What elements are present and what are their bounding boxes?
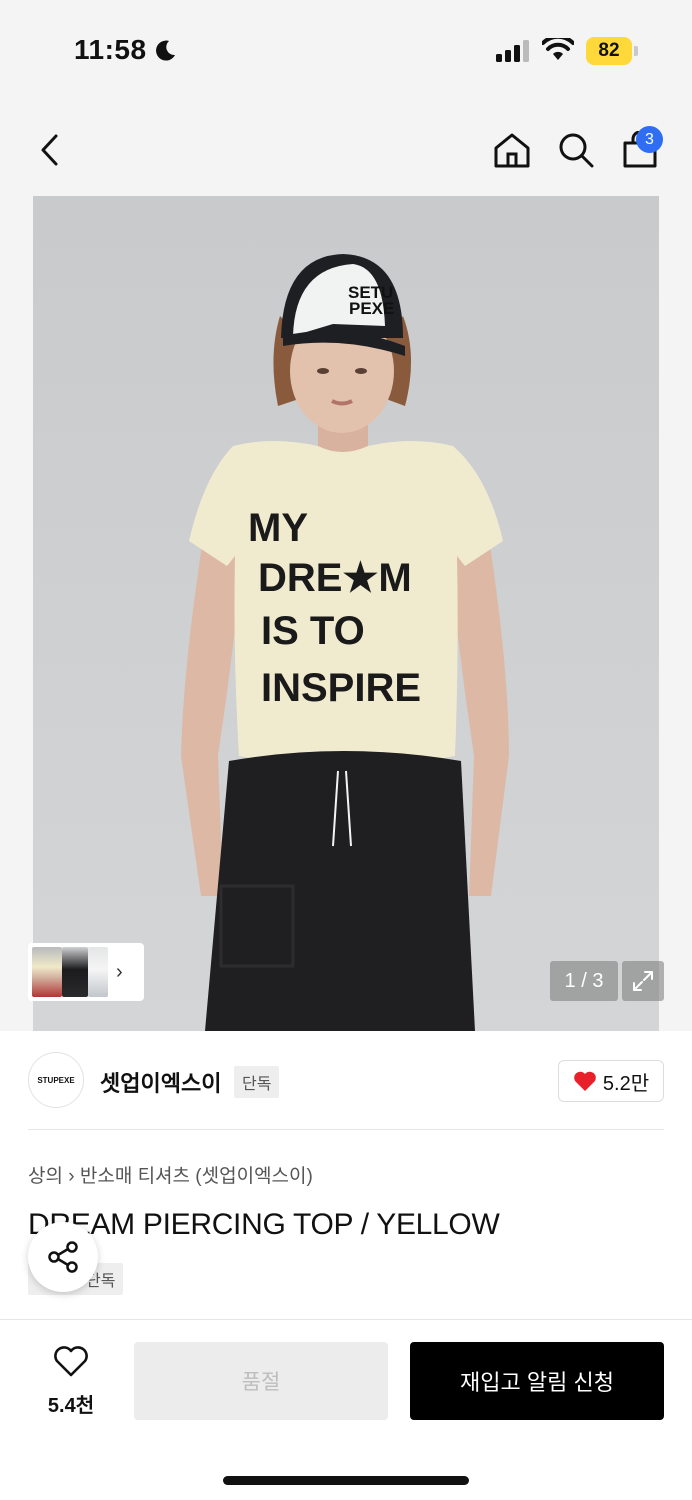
product-gallery[interactable]: SETU PEXE MY DRE★M IS TO INSPIRE › 1 / 3 <box>0 196 692 1031</box>
brand-like-count: 5.2만 <box>602 1072 650 1095</box>
exclusive-badge: 단독 <box>234 1066 280 1098</box>
wishlist-count: 5.4천 <box>47 1395 95 1417</box>
divider <box>28 1129 664 1130</box>
share-icon <box>48 1241 78 1273</box>
product-photo[interactable]: SETU PEXE MY DRE★M IS TO INSPIRE <box>33 196 659 1031</box>
brand-logo[interactable]: STUPEXE <box>28 1052 84 1108</box>
shirt-text-3: IS TO <box>261 609 365 653</box>
battery-indicator: 82 <box>586 37 632 65</box>
search-icon <box>559 133 594 168</box>
chevron-right-icon: › <box>68 1166 80 1187</box>
status-time: 11:58 <box>74 34 147 65</box>
thumbnail-2[interactable] <box>62 947 88 997</box>
back-icon <box>41 134 58 166</box>
product-title: DREAM PIERCING TOP / YELLOW <box>28 1208 500 1241</box>
brand-like-button[interactable]: 5.2만 <box>558 1060 664 1102</box>
battery-nub <box>634 46 638 56</box>
home-icon <box>494 133 530 168</box>
bottom-action-bar: 5.4천 품절 재입고 알림 신청 <box>0 1319 692 1500</box>
moon-icon <box>156 40 175 61</box>
home-button[interactable] <box>490 128 534 172</box>
share-button[interactable] <box>28 1222 98 1292</box>
brand-row: STUPEXE 셋업이엑스이 단독 5.2만 <box>28 1052 664 1110</box>
chevron-right-icon[interactable]: › <box>116 961 123 984</box>
shirt-text-4: INSPIRE <box>261 666 421 710</box>
search-button[interactable] <box>554 128 598 172</box>
model-illustration: SETU PEXE MY DRE★M IS TO INSPIRE <box>181 254 509 1031</box>
wishlist-button[interactable]: 5.4천 <box>36 1346 106 1418</box>
brand-name[interactable]: 셋업이엑스이 <box>100 1066 221 1098</box>
cart-count-badge: 3 <box>636 126 663 153</box>
thumbnail-strip[interactable]: › <box>28 943 144 1001</box>
expand-button[interactable] <box>622 961 664 1001</box>
cap-text-2: PEXE <box>349 299 394 318</box>
image-counter: 1 / 3 <box>550 961 618 1001</box>
thumbnail-1[interactable] <box>32 947 62 997</box>
wifi-icon <box>542 38 574 60</box>
brand-logo-text: STUPEXE <box>37 1075 75 1085</box>
home-indicator <box>223 1476 469 1485</box>
heart-outline-icon <box>54 1346 88 1377</box>
top-nav <box>0 100 692 196</box>
shirt-text-1: MY <box>248 506 308 550</box>
restock-alert-button[interactable]: 재입고 알림 신청 <box>410 1342 664 1420</box>
status-bar: 11:58 82 <box>0 0 692 100</box>
soldout-button: 품절 <box>134 1342 388 1420</box>
signal-icon <box>496 40 529 62</box>
shirt-text-2: DRE★M <box>258 556 412 600</box>
expand-icon <box>633 971 653 991</box>
heart-filled-icon <box>574 1071 596 1091</box>
breadcrumb: 상의 › 반소매 티셔츠 (셋업이엑스이) <box>28 1161 313 1188</box>
breadcrumb-category[interactable]: 상의 <box>28 1166 63 1187</box>
thumbnail-3[interactable] <box>88 947 108 997</box>
back-button[interactable] <box>30 128 70 172</box>
breadcrumb-subcategory[interactable]: 반소매 티셔츠 (셋업이엑스이) <box>80 1166 313 1187</box>
